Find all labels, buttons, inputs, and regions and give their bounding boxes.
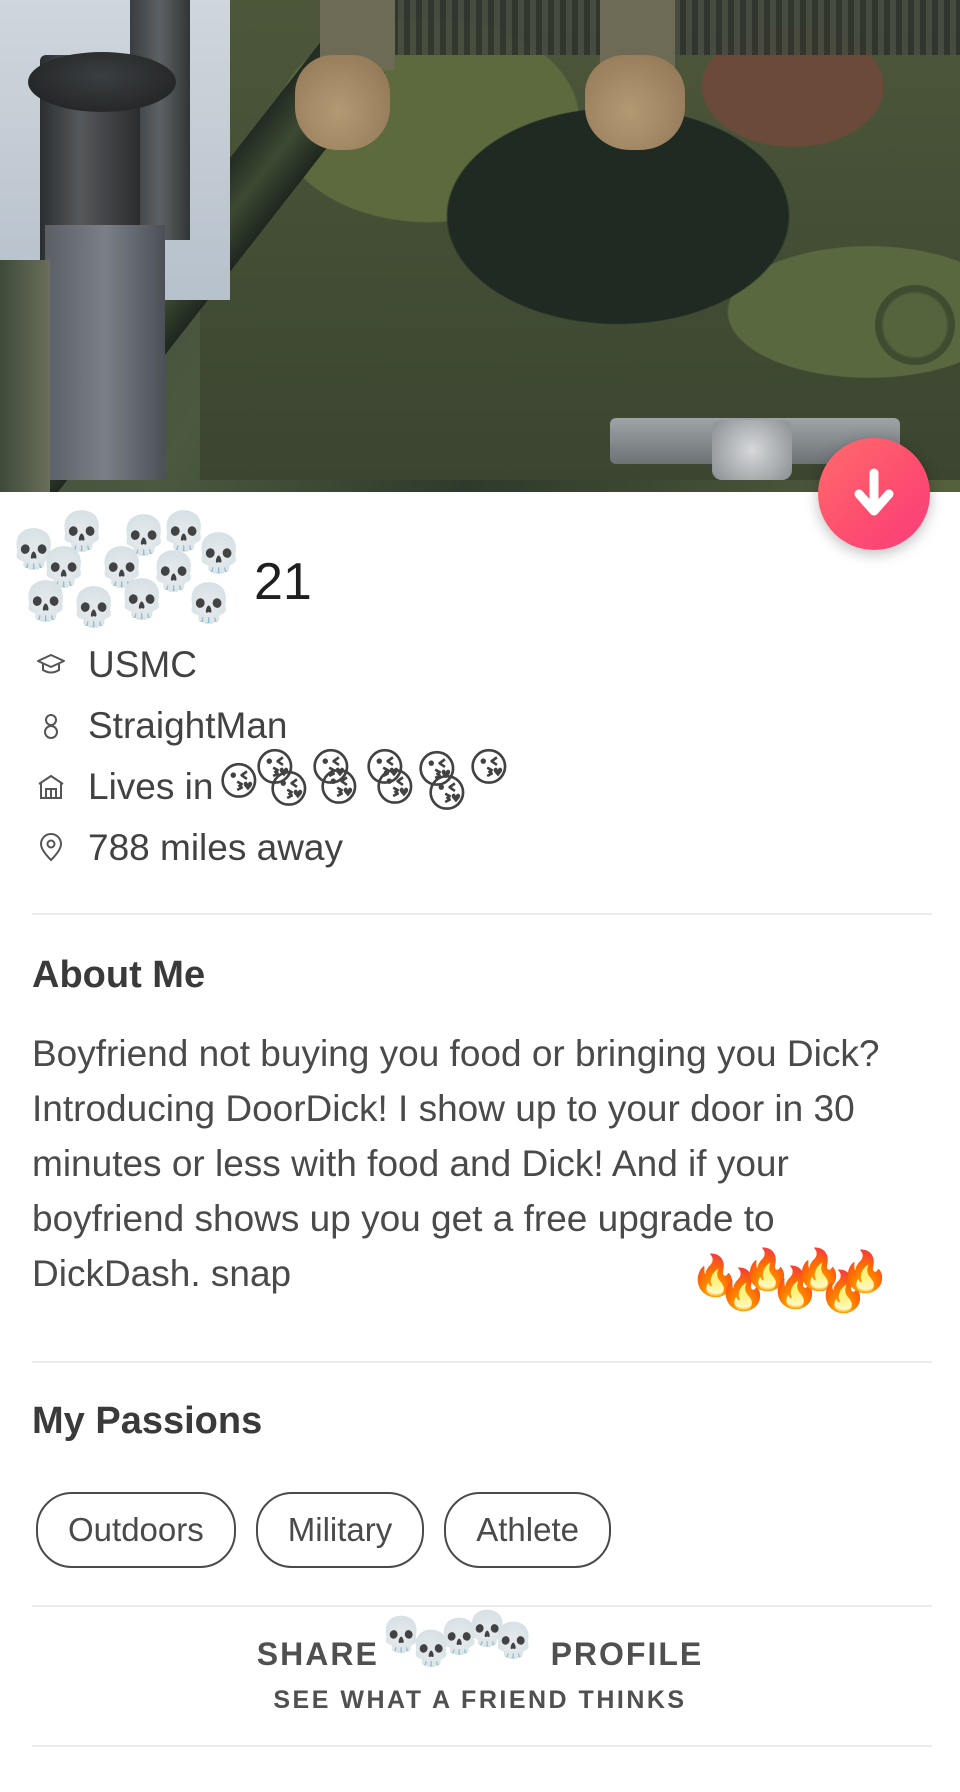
divider (32, 1605, 932, 1607)
gender-text: StraightMan (88, 705, 288, 746)
info-gender: StraightMan (36, 705, 288, 747)
info-distance: 788 miles away (36, 827, 343, 869)
share-censor-emoji: 💀 💀 💀 💀 💀 (380, 1609, 535, 1669)
location-pin-icon (36, 833, 66, 863)
lives-in-text: Lives in (88, 766, 214, 807)
passion-chip-outdoors[interactable]: Outdoors (36, 1492, 236, 1568)
passion-chip-athlete[interactable]: Athlete (444, 1492, 611, 1568)
passions-list: Outdoors Military Athlete (36, 1492, 611, 1568)
profile-age: 21 (254, 553, 312, 611)
share-title-right: PROFILE (550, 1636, 704, 1672)
about-me-title: About Me (32, 954, 206, 996)
boot-left (295, 55, 390, 150)
snap-censor-emoji: 🔥 🔥 🔥 🔥 🔥 🔥 🔥 (690, 1247, 890, 1315)
my-passions-title: My Passions (32, 1400, 263, 1442)
name-censor-emoji: 💀 💀 💀 💀 💀 💀 💀 💀 💀 💀 💀 💀 (10, 509, 243, 629)
school-text: USMC (88, 644, 197, 685)
boot-right (585, 55, 685, 150)
person-icon (36, 711, 66, 741)
arrow-down-icon (854, 468, 894, 516)
city-censor-emoji: 😘 😘 😘 😘 😘 😘 😘 😘 😘 😘 (218, 745, 510, 817)
share-title-left: SHARE (256, 1636, 379, 1672)
collapse-profile-button[interactable] (818, 438, 930, 550)
profile-photo[interactable] (0, 0, 960, 492)
divider (32, 913, 932, 915)
info-lives-in: Lives in (36, 766, 213, 808)
distance-text: 788 miles away (88, 827, 344, 868)
divider (32, 1745, 932, 1747)
passion-chip-military[interactable]: Military (255, 1492, 425, 1568)
divider (32, 1361, 932, 1363)
share-subtitle: SEE WHAT A FRIEND THINKS (273, 1686, 687, 1714)
home-icon (36, 772, 66, 802)
graduation-cap-icon (36, 650, 66, 680)
info-school: USMC (36, 644, 197, 686)
profile-page: 💀 💀 💀 💀 💀 💀 💀 💀 💀 💀 💀 💀 21 USMC Straight… (0, 0, 960, 1792)
